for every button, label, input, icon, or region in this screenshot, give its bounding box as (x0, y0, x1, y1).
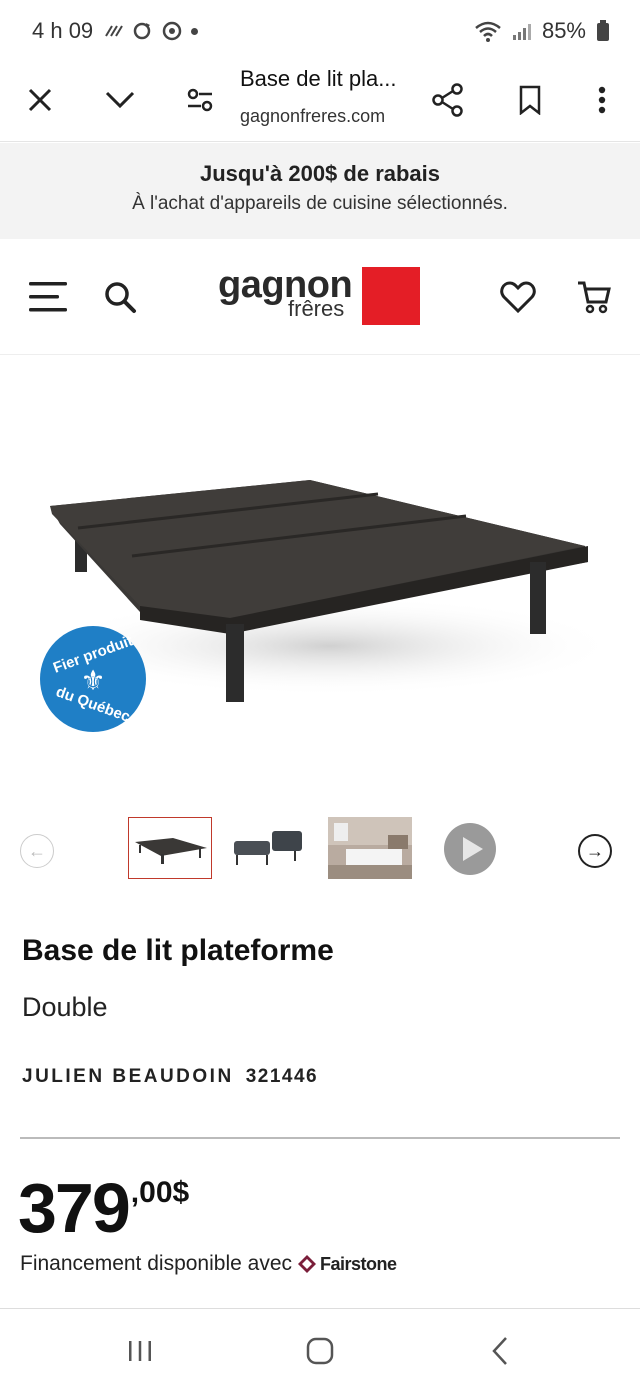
thumbnail-3[interactable] (328, 817, 412, 879)
thumbnail-2[interactable] (228, 817, 312, 879)
gagnon-freres-logo[interactable]: gagnon frêres (218, 265, 422, 325)
notification-dot-icon (191, 27, 199, 35)
fairstone-mark-icon (298, 1255, 316, 1273)
system-nav-bar (0, 1308, 640, 1388)
home-icon (306, 1337, 334, 1365)
price-cents: ,00$ (130, 1176, 190, 1209)
divider (20, 1137, 620, 1139)
logo-subtext: frêres (288, 296, 345, 321)
site-settings-button[interactable] (176, 76, 224, 124)
search-button[interactable] (96, 273, 144, 321)
image-carousel: ← → (0, 814, 640, 884)
menu-button[interactable] (24, 273, 72, 321)
browser-toolbar: Base de lit pla... gagnonfreres.com (0, 62, 640, 142)
signal-icon (512, 24, 531, 40)
play-icon (428, 817, 512, 879)
wifi-icon (475, 21, 501, 42)
more-vertical-icon (598, 86, 606, 114)
product-image[interactable]: Fier produit ⚜ du Québec (0, 356, 640, 796)
minimize-button[interactable] (96, 76, 144, 124)
status-time: 4 h 09 (32, 18, 94, 43)
bed-mattress-thumbnail (228, 817, 312, 879)
carousel-next-button[interactable]: → (578, 834, 612, 868)
price-main: 379 (18, 1169, 131, 1247)
product-sku: 321446 (245, 1066, 319, 1087)
recent-apps-button[interactable] (118, 1329, 162, 1373)
promo-title: Jusqu'à 200$ de rabais (199, 161, 441, 186)
battery-icon (597, 20, 609, 41)
site-header: gagnon frêres (0, 239, 640, 355)
cart-button[interactable] (570, 273, 618, 321)
bookmark-button[interactable] (506, 76, 554, 124)
back-button[interactable] (478, 1329, 522, 1373)
hamburger-menu-icon (29, 282, 67, 312)
wishlist-button[interactable] (494, 273, 542, 321)
bookmark-icon (519, 85, 541, 115)
thumbnail-video[interactable] (428, 817, 512, 879)
share-button[interactable] (424, 76, 472, 124)
page-title: Base de lit pla... (240, 66, 397, 91)
data-saver-icon (105, 25, 124, 37)
promo-subtitle: À l'achat d'appareils de cuisine sélecti… (132, 193, 508, 214)
vpn-icon (162, 21, 182, 41)
carousel-prev-button[interactable]: ← (20, 834, 54, 868)
thumbnail-1[interactable] (128, 817, 212, 879)
product-brand-sku: JULIEN BEAUDOIN 321446 (22, 1066, 318, 1088)
quebec-product-badge: Fier produit ⚜ du Québec (40, 626, 146, 732)
sync-icon (133, 22, 151, 40)
heart-icon (500, 281, 536, 313)
recent-apps-icon (129, 1341, 151, 1361)
close-icon (28, 88, 52, 112)
home-button[interactable] (298, 1329, 342, 1373)
more-options-button[interactable] (578, 76, 626, 124)
tune-icon (187, 88, 213, 112)
close-tab-button[interactable] (16, 76, 64, 124)
arrow-left-icon: ← (28, 840, 46, 861)
back-icon (492, 1337, 507, 1365)
share-icon (432, 83, 463, 117)
product-title: Base de lit plateforme (22, 934, 334, 967)
financing-text: Financement disponible avec (20, 1252, 292, 1275)
product-price: 379 ,00$ (18, 1170, 189, 1246)
bed-base-thumbnail (129, 818, 211, 878)
page-url: gagnonfreres.com (240, 106, 386, 126)
chevron-down-icon (105, 91, 135, 109)
fairstone-name: Fairstone (320, 1253, 397, 1274)
fairstone-logo: Fairstone (298, 1254, 397, 1275)
financing-info[interactable]: Financement disponible avec Fairstone (20, 1252, 397, 1276)
product-brand: JULIEN BEAUDOIN (22, 1066, 234, 1087)
logo-red-square (362, 267, 420, 325)
product-size: Double (22, 992, 108, 1022)
bedroom-thumbnail (328, 817, 412, 879)
cart-icon (578, 281, 611, 314)
search-icon (105, 282, 136, 313)
status-bar: 4 h 09 85% (0, 0, 640, 62)
arrow-right-icon: → (586, 840, 604, 861)
battery-percent: 85% (541, 18, 586, 43)
promo-banner[interactable]: Jusqu'à 200$ de rabais À l'achat d'appar… (0, 143, 640, 239)
